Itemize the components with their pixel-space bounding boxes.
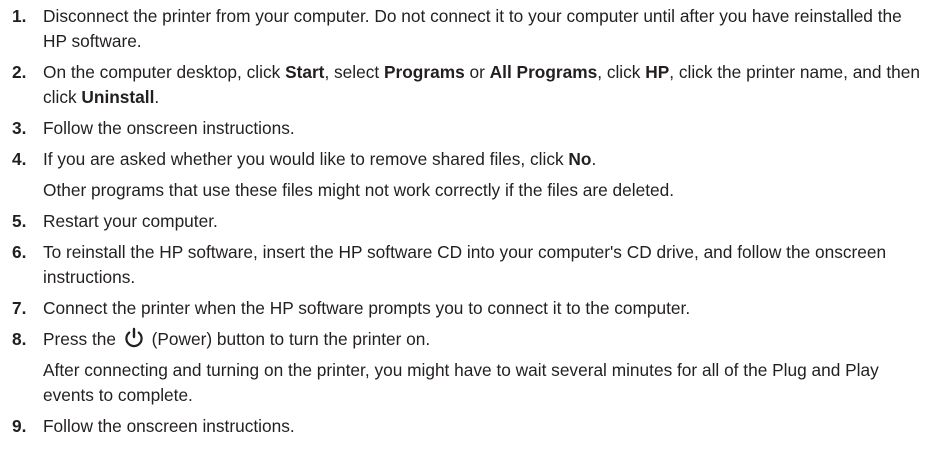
step-text: Follow the onscreen instructions.	[43, 118, 295, 138]
step-number: 8.	[12, 329, 27, 349]
step-6: 6. To reinstall the HP software, insert …	[0, 240, 944, 290]
uninstall-menu-label: Uninstall	[81, 87, 155, 107]
all-programs-menu-label: All Programs	[489, 62, 598, 82]
step-note: Other programs that use these files migh…	[43, 180, 675, 200]
step-number: 2.	[12, 62, 27, 82]
step-text: Follow the onscreen instructions.	[43, 416, 295, 436]
step-text: On the computer desktop, click Start, se…	[43, 60, 944, 110]
no-option-label: No	[568, 149, 592, 169]
step-text: Press the (Power) button to turn the pri…	[43, 327, 944, 408]
step-note: After connecting and turning on the prin…	[43, 360, 879, 405]
text-segment: On the computer desktop, click	[43, 62, 286, 82]
step-number: 3.	[12, 118, 27, 138]
instruction-steps: 1. Disconnect the printer from your comp…	[0, 4, 944, 445]
step-text: If you are asked whether you would like …	[43, 147, 944, 203]
step-number: 5.	[12, 211, 27, 231]
text-segment: .	[591, 149, 597, 169]
step-3: 3. Follow the onscreen instructions.	[0, 116, 944, 141]
start-menu-label: Start	[285, 62, 325, 82]
step-text: Disconnect the printer from your compute…	[43, 6, 902, 51]
step-2: 2. On the computer desktop, click Start,…	[0, 60, 944, 110]
step-number: 4.	[12, 149, 27, 169]
text-segment: If you are asked whether you would like …	[43, 149, 569, 169]
text-segment: , select	[324, 62, 384, 82]
step-text: To reinstall the HP software, insert the…	[43, 242, 887, 287]
step-number: 1.	[12, 6, 27, 26]
step-number: 6.	[12, 242, 27, 262]
step-5: 5. Restart your computer.	[0, 209, 944, 234]
step-9: 9. Follow the onscreen instructions.	[0, 414, 944, 439]
step-7: 7. Connect the printer when the HP softw…	[0, 296, 944, 321]
step-text: Connect the printer when the HP software…	[43, 298, 691, 318]
text-segment: (Power) button to turn the printer on.	[146, 329, 431, 349]
step-number: 7.	[12, 298, 27, 318]
text-segment: .	[154, 87, 160, 107]
text-segment: , click	[597, 62, 646, 82]
step-1: 1. Disconnect the printer from your comp…	[0, 4, 944, 54]
step-number: 9.	[12, 416, 27, 436]
power-icon	[123, 327, 145, 349]
step-text: Restart your computer.	[43, 211, 218, 231]
step-4: 4. If you are asked whether you would li…	[0, 147, 944, 203]
text-segment: or	[464, 62, 490, 82]
hp-menu-label: HP	[645, 62, 670, 82]
programs-menu-label: Programs	[384, 62, 465, 82]
step-8: 8. Press the (Power) button to turn the …	[0, 327, 944, 408]
text-segment: Press the	[43, 329, 121, 349]
